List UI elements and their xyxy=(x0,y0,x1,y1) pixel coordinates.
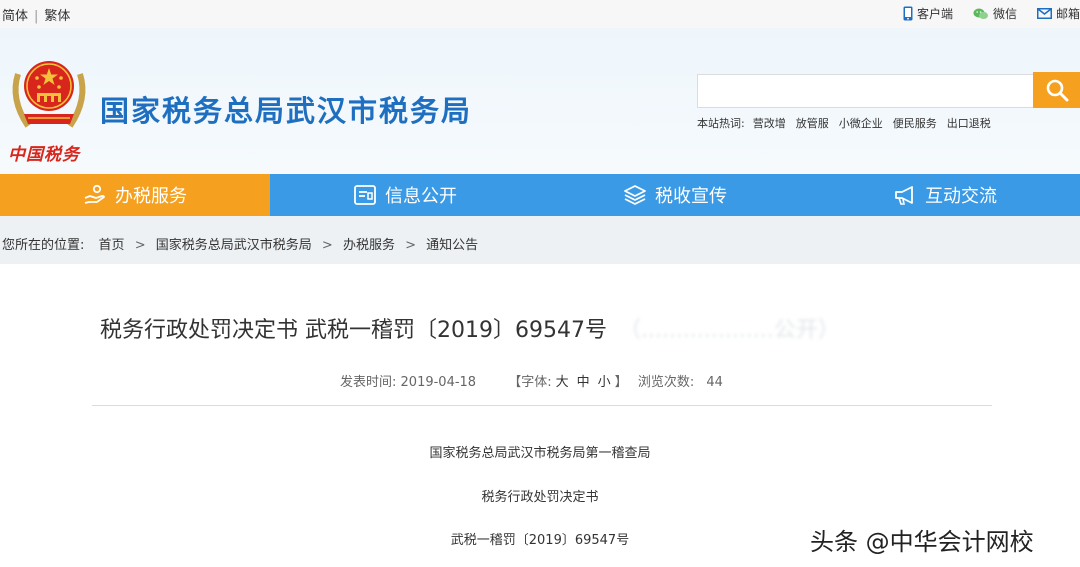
hand-service-icon xyxy=(84,184,105,204)
lang-separator: | xyxy=(34,9,39,24)
breadcrumb-item-notices[interactable]: 通知公告 xyxy=(426,238,478,253)
mobile-phone-icon xyxy=(903,6,913,21)
main-nav: 办税服务 信息公开 税收宣传 互动交流 xyxy=(0,174,1080,216)
site-header: 中国税务 国家税务总局武汉市税务局 本站热词: 营改增 放管服 小微企业 便民服务 出口退… xyxy=(0,28,1080,174)
hot-words: 本站热词: 营改增 放管服 小微企业 便民服务 出口退税 xyxy=(697,115,1001,131)
nav-item-info-disclosure[interactable]: 信息公开 xyxy=(270,174,540,216)
hot-word-link[interactable]: 便民服务 xyxy=(893,117,937,130)
hot-word-link[interactable]: 营改增 xyxy=(753,117,786,130)
watermark: 头条 @中华会计网校 xyxy=(810,528,1034,556)
article-paragraph: 税务行政处罚决定书 xyxy=(481,490,599,505)
lang-traditional-link[interactable]: 繁体 xyxy=(44,9,70,24)
nav-item-interaction[interactable]: 互动交流 xyxy=(810,174,1080,216)
nav-label: 信息公开 xyxy=(385,186,457,207)
article-paragraph: 国家税务总局武汉市税务局第一稽查局 xyxy=(429,446,651,461)
emblem-caption: 中国税务 xyxy=(8,145,80,165)
nav-label: 税收宣传 xyxy=(655,186,727,207)
layers-icon xyxy=(624,185,646,205)
tax-emblem-logo[interactable]: 中国税务 xyxy=(4,44,94,169)
breadcrumb-separator: > xyxy=(405,238,416,253)
font-size-large[interactable]: 大 xyxy=(556,375,569,390)
envelope-icon xyxy=(1036,8,1052,19)
wechat-label: 微信 xyxy=(992,7,1017,21)
breadcrumb-label: 您所在的位置: xyxy=(2,238,85,253)
article-title: 税务行政处罚决定书 武税一稽罚〔2019〕69547号 （............… xyxy=(100,312,840,344)
hot-word-link[interactable]: 放管服 xyxy=(796,117,829,130)
breadcrumb-item-bureau[interactable]: 国家税务总局武汉市税务局 xyxy=(156,238,312,253)
views-count: 44 xyxy=(706,375,723,390)
article-meta: 发表时间: 2019-04-18 【字体: 大中小】 浏览次数: 44 xyxy=(340,371,723,390)
font-size-switcher: 【字体: 大中小】 xyxy=(508,375,632,390)
mail-link[interactable]: 邮箱 xyxy=(1036,5,1080,22)
hot-word-link[interactable]: 小微企业 xyxy=(839,117,883,130)
search-icon xyxy=(1046,79,1068,102)
breadcrumb-separator: > xyxy=(321,238,333,253)
id-card-icon xyxy=(354,185,376,205)
font-size-label: 【字体: xyxy=(508,375,552,390)
title-divider xyxy=(92,405,992,406)
client-link[interactable]: 客户端 xyxy=(903,5,953,22)
megaphone-icon xyxy=(895,186,913,205)
lang-simplified-link[interactable]: 简体 xyxy=(2,9,28,24)
breadcrumb-item-home[interactable]: 首页 xyxy=(99,238,125,253)
views-label: 浏览次数: xyxy=(637,375,695,390)
client-label: 客户端 xyxy=(916,7,953,21)
nav-label: 互动交流 xyxy=(925,186,997,207)
publish-label: 发表时间: xyxy=(340,375,397,390)
nav-item-tax-publicity[interactable]: 税收宣传 xyxy=(540,174,810,216)
nav-label: 办税服务 xyxy=(115,186,187,207)
site-title: 国家税务总局武汉市税务局 xyxy=(100,94,473,128)
mail-label: 邮箱 xyxy=(1055,7,1080,21)
language-switcher: 简体 | 繁体 xyxy=(2,5,70,24)
search-button[interactable] xyxy=(1033,72,1080,108)
article-title-suffix: （...................公开） xyxy=(618,318,840,343)
wechat-link[interactable]: 微信 xyxy=(973,5,1017,22)
top-bar: 简体 | 繁体 客户端 微信 邮箱 xyxy=(0,0,1080,28)
hot-words-label: 本站热词: xyxy=(697,117,745,130)
font-size-medium[interactable]: 中 xyxy=(577,375,590,390)
top-tools: 客户端 微信 邮箱 xyxy=(883,5,1080,22)
article-title-text: 税务行政处罚决定书 武税一稽罚〔2019〕69547号 xyxy=(100,318,607,343)
wechat-icon xyxy=(973,8,988,19)
font-size-close: 】 xyxy=(614,375,628,390)
article-container: 税务行政处罚决定书 武税一稽罚〔2019〕69547号 （............… xyxy=(0,264,1080,567)
breadcrumb-item-tax-service[interactable]: 办税服务 xyxy=(343,238,395,253)
nav-item-tax-service[interactable]: 办税服务 xyxy=(0,174,270,216)
font-size-small[interactable]: 小 xyxy=(598,375,611,390)
breadcrumb-separator: > xyxy=(134,238,146,253)
search-input[interactable] xyxy=(697,74,1034,108)
breadcrumb: 您所在的位置: 首页 > 国家税务总局武汉市税务局 > 办税服务 > 通知公告 xyxy=(0,216,1080,264)
publish-date: 2019-04-18 xyxy=(400,375,477,390)
hot-word-link[interactable]: 出口退税 xyxy=(947,117,991,130)
